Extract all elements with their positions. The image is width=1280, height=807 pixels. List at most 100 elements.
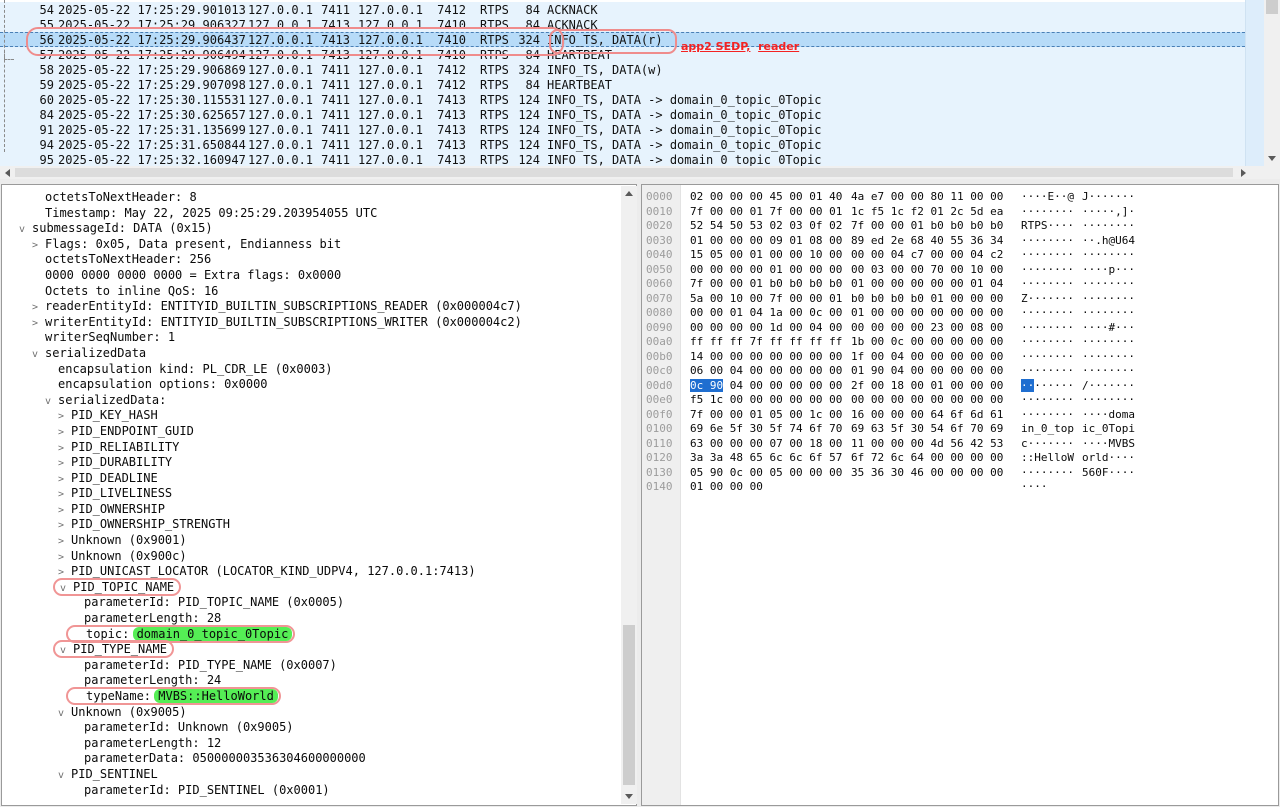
hex-ascii[interactable]: ····#··· — [1082, 321, 1136, 336]
hex-row[interactable]: 008000 00 01 04 1a 00 0c 0001 00 00 00 0… — [642, 306, 1278, 321]
packet-row[interactable]: 562025-05-22 17:25:29.906437127.0.0.1741… — [0, 32, 1245, 47]
scroll-down-icon[interactable] — [621, 789, 637, 804]
hex-ascii[interactable]: /······· — [1082, 379, 1136, 394]
hex-ascii[interactable]: Z······· — [1021, 292, 1075, 307]
hex-bytes[interactable]: 69 6e 5f 30 5f 74 6f 70 — [690, 422, 843, 437]
tree-item[interactable]: parameterId: Unknown (0x9005) — [2, 720, 620, 736]
hex-ascii[interactable]: ········ — [1021, 277, 1075, 292]
hex-bytes[interactable]: 69 63 5f 30 54 6f 70 69 — [851, 422, 1004, 437]
hex-ascii[interactable]: ···· — [1021, 480, 1075, 495]
tree-item[interactable]: parameterId: PID_TOPIC_NAME (0x0005) — [2, 595, 620, 611]
tree-item[interactable]: vserializedData: — [2, 393, 620, 409]
tree-item[interactable]: >PID_OWNERSHIP — [2, 502, 620, 518]
hex-ascii[interactable]: 560F···· — [1082, 466, 1136, 481]
collapse-icon[interactable]: v — [60, 643, 73, 659]
hex-bytes[interactable]: 14 00 00 00 00 00 00 00 — [690, 350, 843, 365]
hex-row[interactable]: 00f07f 00 00 01 05 00 1c 0016 00 00 00 6… — [642, 408, 1278, 423]
hex-row[interactable]: 010069 6e 5f 30 5f 74 6f 7069 63 5f 30 5… — [642, 422, 1278, 437]
hex-ascii[interactable]: ········ — [1021, 350, 1075, 365]
tree-item[interactable]: >PID_DURABILITY — [2, 455, 620, 471]
intelligent-scrollbar[interactable] — [1245, 0, 1265, 166]
packet-row[interactable]: 572025-05-22 17:25:29.906494127.0.0.1741… — [0, 47, 1245, 62]
hex-ascii[interactable]: ········ — [1021, 466, 1075, 481]
expand-icon[interactable]: > — [58, 409, 71, 425]
hex-ascii[interactable]: ········ — [1021, 321, 1075, 336]
collapse-icon[interactable]: v — [58, 768, 71, 784]
tree-item[interactable]: vPID_SENTINEL — [2, 767, 620, 783]
hex-row[interactable]: 01203a 3a 48 65 6c 6c 6f 576f 72 6c 64 0… — [642, 451, 1278, 466]
hex-row[interactable]: 00107f 00 00 01 7f 00 00 011c f5 1c f2 0… — [642, 205, 1278, 220]
hex-bytes[interactable]: 4a e7 00 00 80 11 00 00 — [851, 190, 1004, 205]
tree-item[interactable]: Timestamp: May 22, 2025 09:25:29.2039540… — [2, 206, 620, 222]
tree-item[interactable]: >PID_OWNERSHIP_STRENGTH — [2, 517, 620, 533]
expand-icon[interactable]: > — [32, 300, 45, 316]
tree-item[interactable]: >writerEntityId: ENTITYID_BUILTIN_SUBSCR… — [2, 315, 620, 331]
hex-ascii[interactable]: ········ — [1082, 306, 1136, 321]
hex-bytes[interactable]: 00 03 00 00 70 00 10 00 — [851, 263, 1004, 278]
packet-list-vscrollbar[interactable] — [1264, 0, 1280, 166]
hex-bytes[interactable]: 01 00 00 00 09 01 08 00 — [690, 234, 843, 249]
hex-bytes[interactable]: 2f 00 18 00 01 00 00 00 — [851, 379, 1004, 394]
expand-icon[interactable]: > — [58, 534, 71, 550]
hex-ascii[interactable]: ········ — [1021, 248, 1075, 263]
tree-item[interactable]: >Unknown (0x900c) — [2, 549, 620, 565]
hex-ascii[interactable]: ········ — [1021, 379, 1075, 394]
hex-ascii[interactable]: ········ — [1082, 335, 1136, 350]
hex-bytes[interactable]: 01 00 00 00 — [690, 480, 843, 495]
expand-icon[interactable]: > — [58, 425, 71, 441]
hex-bytes[interactable]: 7f 00 00 01 b0 b0 b0 b0 — [851, 219, 1004, 234]
hex-row[interactable]: 00d00c 90 04 00 00 00 00 002f 00 18 00 0… — [642, 379, 1278, 394]
hex-bytes[interactable]: 11 00 00 00 4d 56 42 53 — [851, 437, 1004, 452]
hex-bytes[interactable]: 16 00 00 00 64 6f 6d 61 — [851, 408, 1004, 423]
hex-ascii[interactable]: ········ — [1082, 393, 1136, 408]
expand-icon[interactable]: > — [58, 441, 71, 457]
hex-bytes[interactable]: 1b 00 0c 00 00 00 00 00 — [851, 335, 1004, 350]
hex-ascii[interactable]: ····MVBS — [1082, 437, 1136, 452]
hex-row[interactable]: 002052 54 50 53 02 03 0f 027f 00 00 01 b… — [642, 219, 1278, 234]
packet-row[interactable]: 602025-05-22 17:25:30.115531127.0.0.1741… — [0, 93, 1245, 108]
tree-item[interactable]: vPID_TYPE_NAME — [2, 642, 620, 658]
collapse-icon[interactable]: v — [58, 706, 71, 722]
tree-item[interactable]: writerSeqNumber: 1 — [2, 330, 620, 346]
hex-ascii[interactable]: orld···· — [1082, 451, 1136, 466]
tree-item[interactable]: octetsToNextHeader: 8 — [2, 190, 620, 206]
hex-ascii[interactable]: ::HelloW — [1021, 451, 1075, 466]
scroll-right-icon[interactable] — [1236, 166, 1250, 179]
scroll-up-icon[interactable] — [621, 186, 637, 201]
hex-bytes[interactable]: 05 90 0c 00 05 00 00 00 — [690, 466, 843, 481]
hex-ascii[interactable]: ········ — [1021, 335, 1075, 350]
hex-ascii[interactable]: RTPS···· — [1021, 219, 1075, 234]
hex-bytes[interactable]: 00 00 01 04 1a 00 0c 00 — [690, 306, 843, 321]
hex-row[interactable]: 011063 00 00 00 07 00 18 0011 00 00 00 4… — [642, 437, 1278, 452]
hex-ascii[interactable]: ········ — [1082, 248, 1136, 263]
hex-bytes[interactable]: 35 36 30 46 00 00 00 00 — [851, 466, 1004, 481]
hex-bytes[interactable]: 01 00 00 00 00 00 00 00 — [851, 306, 1004, 321]
hex-bytes[interactable]: 00 00 00 00 23 00 08 00 — [851, 321, 1004, 336]
hex-bytes[interactable]: 06 00 04 00 00 00 00 00 — [690, 364, 843, 379]
packet-row[interactable]: 592025-05-22 17:25:29.907098127.0.0.1741… — [0, 77, 1245, 92]
hex-bytes[interactable]: 00 00 00 00 1d 00 04 00 — [690, 321, 843, 336]
hex-bytes[interactable]: 6f 72 6c 64 00 00 00 00 — [851, 451, 1004, 466]
packet-row[interactable]: 942025-05-22 17:25:31.650844127.0.0.1741… — [0, 138, 1245, 153]
hex-bytes[interactable]: 63 00 00 00 07 00 18 00 — [690, 437, 843, 452]
tree-item[interactable]: >readerEntityId: ENTITYID_BUILTIN_SUBSCR… — [2, 299, 620, 315]
packet-row[interactable]: 542025-05-22 17:25:29.901013127.0.0.1741… — [0, 2, 1245, 17]
hex-bytes[interactable]: 7f 00 00 01 7f 00 00 01 — [690, 205, 843, 220]
packet-row[interactable]: 842025-05-22 17:25:30.625657127.0.0.1741… — [0, 108, 1245, 123]
hex-row[interactable]: 00c006 00 04 00 00 00 00 0001 90 04 00 0… — [642, 364, 1278, 379]
hex-ascii[interactable]: ··.h@U64 — [1082, 234, 1136, 249]
tree-item[interactable]: >Flags: 0x05, Data present, Endianness b… — [2, 237, 620, 253]
hex-ascii[interactable]: ····E··@ — [1021, 190, 1075, 205]
hex-bytes[interactable]: ff ff ff 7f ff ff ff ff — [690, 335, 843, 350]
tree-item[interactable]: vPID_TOPIC_NAME — [2, 580, 620, 596]
hex-row[interactable]: 014001 00 00 00···· — [642, 480, 1278, 495]
tree-item[interactable]: octetsToNextHeader: 256 — [2, 252, 620, 268]
hex-bytes[interactable]: 01 90 04 00 00 00 00 00 — [851, 364, 1004, 379]
tree-item[interactable]: 0000 0000 0000 0000 = Extra flags: 0x000… — [2, 268, 620, 284]
hex-bytes[interactable]: 89 ed 2e 68 40 55 36 34 — [851, 234, 1004, 249]
hex-ascii[interactable]: c······· — [1021, 437, 1075, 452]
expand-icon[interactable]: > — [58, 550, 71, 566]
hex-bytes[interactable]: 00 00 00 00 00 00 00 00 — [851, 393, 1004, 408]
hex-row[interactable]: 005000 00 00 00 01 00 00 0000 03 00 00 7… — [642, 263, 1278, 278]
hex-bytes[interactable]: 00 00 04 c7 00 00 04 c2 — [851, 248, 1004, 263]
